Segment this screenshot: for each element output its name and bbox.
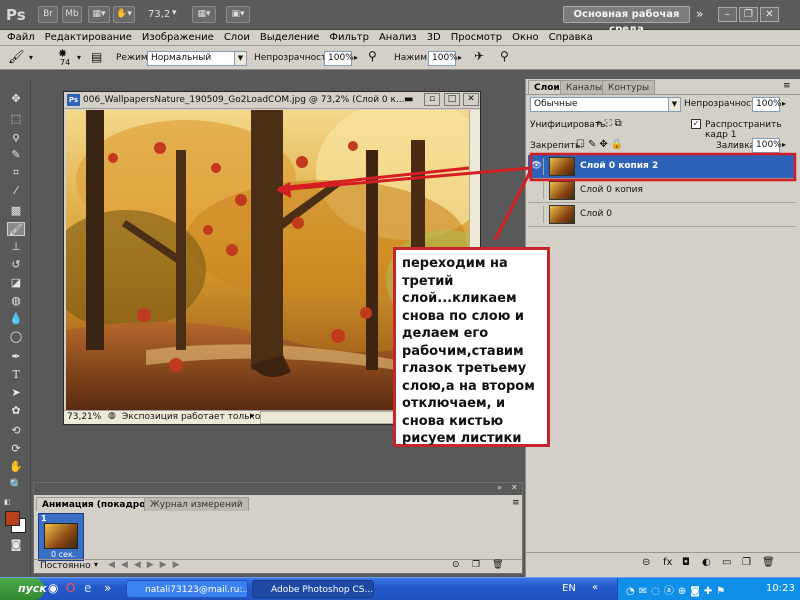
arrow-to-callout: [493, 169, 533, 241]
instruction-callout: переходим на третий слой...кликаем снова…: [393, 247, 550, 447]
quicklaunch-opera-icon[interactable]: O: [66, 581, 75, 595]
quicklaunch-firefox-icon[interactable]: ◉: [48, 581, 58, 595]
arrow-to-canvas: [277, 166, 532, 192]
tray-arrow-icon[interactable]: «: [592, 582, 598, 593]
start-button[interactable]: пуск: [0, 578, 47, 600]
taskbar-mail-item[interactable]: natali73123@mail.ru:...: [126, 580, 248, 598]
windows-taskbar: пуск ◉ O e » natali73123@mail.ru:... Ado…: [0, 577, 800, 600]
arrow-head: [276, 182, 291, 198]
system-tray: EN « ◔✉◌ⓐ⊕◙✚⚑ 10:23: [562, 578, 800, 600]
callout-text: переходим на третий слой...кликаем снова…: [402, 256, 535, 446]
language-indicator[interactable]: EN: [562, 583, 576, 594]
quicklaunch-ie-icon[interactable]: e: [84, 581, 91, 595]
highlight-rectangle: [529, 152, 797, 182]
quicklaunch-arrow-icon[interactable]: »: [104, 581, 111, 595]
tray-icons[interactable]: ◔✉◌ⓐ⊕◙✚⚑: [626, 582, 729, 597]
clock[interactable]: 10:23: [766, 583, 795, 594]
taskbar-photoshop-item[interactable]: Adobe Photoshop CS...: [252, 580, 374, 598]
